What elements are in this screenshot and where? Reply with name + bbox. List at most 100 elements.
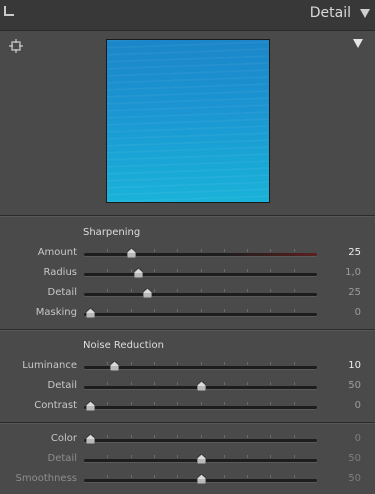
slider-tick <box>247 249 248 252</box>
slider-tick <box>107 362 108 365</box>
slider-tick <box>177 435 178 438</box>
slider-tick <box>154 435 155 438</box>
slider-track[interactable] <box>84 253 317 256</box>
slider-row-radius: Radius 1,0 <box>0 265 375 283</box>
slider-tick <box>201 362 202 365</box>
slider-thumb[interactable] <box>86 401 95 411</box>
slider-tick <box>270 455 271 458</box>
slider-tick <box>270 249 271 252</box>
slider-tick <box>107 309 108 312</box>
slider-tick <box>154 269 155 272</box>
slider-tick <box>154 362 155 365</box>
slider-tick <box>224 362 225 365</box>
slider-value[interactable]: 25 <box>348 287 361 298</box>
slider-tick <box>294 435 295 438</box>
slider-tick <box>107 475 108 478</box>
slider-tick <box>177 475 178 478</box>
slider-tick <box>154 455 155 458</box>
slider-value[interactable]: 50 <box>348 473 361 484</box>
slider-thumb[interactable] <box>86 308 95 318</box>
preview-toggle-triangle-icon[interactable] <box>353 39 363 48</box>
sharpening-section-title: Sharpening <box>83 227 141 238</box>
slider-ticks <box>84 402 317 405</box>
panel-header[interactable]: Detail <box>0 0 375 31</box>
slider-thumb[interactable] <box>196 474 206 484</box>
slider-value[interactable]: 0 <box>355 307 361 318</box>
slider-thumb[interactable] <box>133 268 143 278</box>
slider-label: Luminance <box>22 360 77 371</box>
slider-tick <box>294 455 295 458</box>
slider-track[interactable] <box>84 293 317 296</box>
slider-track[interactable] <box>84 273 317 276</box>
slider-tick <box>224 382 225 385</box>
slider-track[interactable] <box>84 439 317 442</box>
slider-track[interactable] <box>84 406 317 409</box>
slider-value[interactable]: 0 <box>355 400 361 411</box>
slider-tick <box>270 289 271 292</box>
slider-thumb[interactable] <box>196 381 206 391</box>
slider-tick <box>224 269 225 272</box>
slider-tick <box>201 402 202 405</box>
slider-label: Detail <box>47 453 77 464</box>
slider-label: Detail <box>47 380 77 391</box>
slider-tick <box>294 362 295 365</box>
slider-row-smoothness: Smoothness 50 <box>0 471 375 489</box>
slider-tick <box>201 435 202 438</box>
panel-corner-icon <box>4 6 14 16</box>
slider-track[interactable] <box>84 313 317 316</box>
slider-tick <box>154 402 155 405</box>
slider-tick <box>154 249 155 252</box>
slider-tick <box>107 435 108 438</box>
slider-tick <box>177 402 178 405</box>
collapse-triangle-icon[interactable] <box>360 9 370 18</box>
slider-tick <box>270 475 271 478</box>
slider-tick <box>247 289 248 292</box>
slider-tick <box>224 249 225 252</box>
slider-tick <box>131 309 132 312</box>
slider-tick <box>154 475 155 478</box>
slider-label: Amount <box>37 247 77 258</box>
slider-tick <box>224 309 225 312</box>
detail-preview-image[interactable] <box>106 39 270 203</box>
slider-tick <box>247 402 248 405</box>
slider-tick <box>294 249 295 252</box>
divider <box>0 215 375 216</box>
slider-value[interactable]: 50 <box>348 453 361 464</box>
slider-tick <box>131 475 132 478</box>
slider-thumb[interactable] <box>143 288 153 298</box>
slider-tick <box>177 382 178 385</box>
slider-tick <box>294 475 295 478</box>
slider-value[interactable]: 50 <box>348 380 361 391</box>
slider-tick <box>154 309 155 312</box>
slider-tick <box>294 289 295 292</box>
slider-value[interactable]: 25 <box>348 247 361 258</box>
slider-tick <box>107 382 108 385</box>
slider-label: Smoothness <box>15 473 78 484</box>
slider-label: Masking <box>35 307 77 318</box>
panel-title: Detail <box>309 5 351 21</box>
slider-value[interactable]: 1,0 <box>345 267 361 278</box>
slider-tick <box>224 435 225 438</box>
slider-tick <box>247 382 248 385</box>
slider-tick <box>131 382 132 385</box>
slider-thumb[interactable] <box>86 434 95 444</box>
slider-tick <box>107 455 108 458</box>
slider-tick <box>247 435 248 438</box>
slider-label: Contrast <box>34 400 77 411</box>
slider-label: Color <box>50 433 77 444</box>
slider-value[interactable]: 10 <box>348 360 361 371</box>
slider-value[interactable]: 0 <box>355 433 361 444</box>
slider-tick <box>294 382 295 385</box>
slider-row-luminance: Luminance 10 <box>0 358 375 376</box>
slider-thumb[interactable] <box>196 454 206 464</box>
slider-thumb[interactable] <box>110 361 120 371</box>
slider-tick <box>270 309 271 312</box>
crosshair-icon[interactable] <box>9 38 23 53</box>
slider-tick <box>247 269 248 272</box>
slider-tick <box>224 289 225 292</box>
slider-ticks <box>84 435 317 438</box>
slider-tick <box>107 402 108 405</box>
slider-ticks <box>84 249 317 252</box>
slider-thumb[interactable] <box>126 248 136 258</box>
slider-tick <box>131 402 132 405</box>
